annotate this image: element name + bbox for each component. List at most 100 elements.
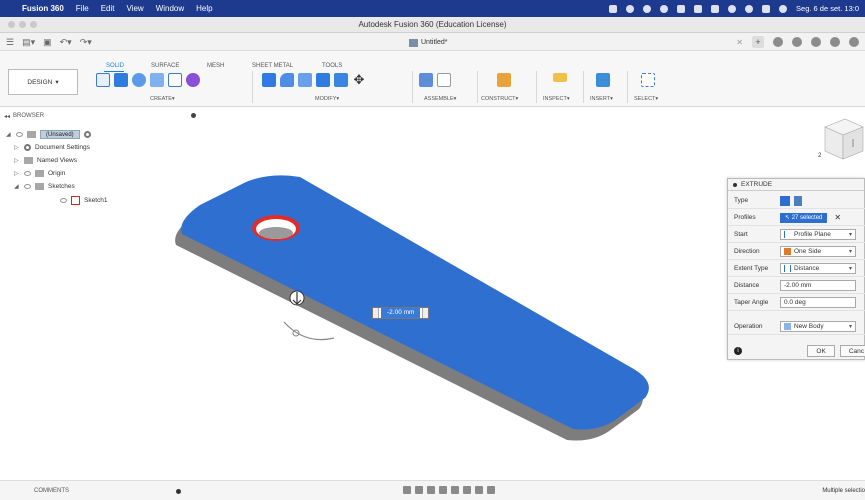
insert-menu[interactable]: INSERT▾: [590, 96, 613, 102]
bluetooth-icon[interactable]: [677, 4, 686, 13]
type-extrude-icon[interactable]: [780, 195, 790, 206]
combine-icon[interactable]: [334, 73, 348, 87]
menu-app-name[interactable]: Fusion 360: [22, 4, 64, 13]
assemble-menu[interactable]: ASSEMBLE▾: [424, 96, 456, 102]
direction-dropdown[interactable]: One Side ▾: [780, 246, 856, 257]
revolve-icon[interactable]: [132, 73, 146, 87]
viewcube[interactable]: [815, 115, 865, 175]
display-settings-icon[interactable]: [463, 486, 471, 494]
collapse-dot-icon[interactable]: [733, 182, 737, 187]
dialog-header[interactable]: EXTRUDE: [728, 179, 864, 191]
wifi-icon[interactable]: [728, 4, 737, 13]
undo-icon[interactable]: ↶▾: [60, 37, 72, 48]
new-component-icon[interactable]: [419, 73, 433, 87]
close-window-button[interactable]: [8, 21, 15, 28]
timer-icon[interactable]: [660, 4, 669, 13]
screen-icon[interactable]: [609, 4, 618, 13]
distance-dimension-input[interactable]: -2.00 mm: [372, 307, 430, 319]
menu-file[interactable]: File: [76, 4, 89, 13]
notifications-icon[interactable]: [811, 37, 821, 47]
create-sketch-icon[interactable]: [96, 73, 110, 87]
pan-icon[interactable]: [427, 486, 435, 494]
offset-plane-icon[interactable]: [497, 73, 511, 87]
insert-image-icon[interactable]: [596, 73, 610, 87]
info-icon[interactable]: i: [734, 347, 742, 355]
browser-header[interactable]: ◂◂ BROWSER: [0, 110, 200, 122]
type-thin-extrude-icon[interactable]: [794, 195, 802, 206]
close-tab-icon[interactable]: ✕: [736, 38, 743, 47]
minimize-window-button[interactable]: [19, 21, 26, 28]
menu-window[interactable]: Window: [156, 4, 184, 13]
create-menu[interactable]: CREATE▾: [150, 96, 175, 102]
construct-menu[interactable]: CONSTRUCT▾: [481, 96, 518, 102]
tab-sheet-metal[interactable]: SHEET METAL: [252, 63, 293, 69]
account-icon[interactable]: [849, 37, 859, 47]
clear-selection-icon[interactable]: ✕: [834, 213, 841, 222]
joint-icon[interactable]: [437, 73, 451, 87]
comments-label[interactable]: COMMENTS: [34, 488, 69, 494]
extent-type-dropdown[interactable]: Distance ▾: [780, 263, 856, 274]
tab-solid[interactable]: SOLID: [106, 63, 124, 69]
menubar-clock[interactable]: Seg. 6 de set. 13:0: [796, 4, 859, 13]
siri-icon[interactable]: [779, 4, 788, 13]
sweep-icon[interactable]: [150, 73, 164, 87]
menu-help[interactable]: Help: [196, 4, 212, 13]
select-menu[interactable]: SELECT▾: [634, 96, 658, 102]
distance-dimension-value[interactable]: -2.00 mm: [381, 308, 421, 318]
workspace-switcher[interactable]: DESIGN ▾: [8, 69, 78, 95]
redo-icon[interactable]: ↷▾: [80, 37, 92, 48]
distance-field[interactable]: -2.00 mm: [780, 280, 856, 291]
look-at-icon[interactable]: [415, 486, 423, 494]
document-tab[interactable]: Untitled*: [409, 36, 447, 49]
info-icon[interactable]: [626, 4, 635, 13]
tab-surface[interactable]: SURFACE: [151, 63, 179, 69]
battery-icon[interactable]: [711, 4, 720, 13]
taper-angle-field[interactable]: 0.0 deg: [780, 297, 856, 308]
extensions-icon[interactable]: [773, 37, 783, 47]
collapse-icon[interactable]: ◂◂: [4, 113, 10, 120]
start-dropdown[interactable]: Profile Plane ▾: [780, 229, 856, 240]
extrude-icon[interactable]: [114, 73, 128, 87]
grid-settings-icon[interactable]: [475, 486, 483, 494]
new-tab-button[interactable]: +: [752, 36, 764, 48]
tab-mesh[interactable]: MESH: [207, 63, 224, 69]
spotlight-icon[interactable]: [745, 4, 754, 13]
cancel-button[interactable]: Canc: [839, 345, 865, 357]
zoom-window-button[interactable]: [30, 21, 37, 28]
menu-edit[interactable]: Edit: [101, 4, 115, 13]
fillet-icon[interactable]: [280, 73, 294, 87]
viewports-icon[interactable]: [487, 486, 495, 494]
select-box-icon[interactable]: [641, 73, 655, 87]
ok-button[interactable]: OK: [807, 345, 835, 357]
shell-icon[interactable]: [316, 73, 330, 87]
save-icon[interactable]: ▣: [43, 37, 52, 48]
menu-view[interactable]: View: [126, 4, 143, 13]
press-pull-icon[interactable]: [262, 73, 276, 87]
assemble-group: [419, 73, 451, 87]
comments-pin-icon[interactable]: [176, 489, 181, 494]
chamfer-icon[interactable]: [298, 73, 312, 87]
zoom-icon[interactable]: [439, 486, 447, 494]
measure-icon[interactable]: [553, 73, 567, 82]
fusion-cloud-icon[interactable]: [643, 4, 652, 13]
data-panel-icon[interactable]: ☰: [6, 37, 14, 48]
job-status-icon[interactable]: [792, 37, 802, 47]
help-icon[interactable]: [830, 37, 840, 47]
orbit-icon[interactable]: [403, 486, 411, 494]
modify-menu[interactable]: MODIFY▾: [315, 96, 339, 102]
extrude-drag-arrow[interactable]: [289, 290, 305, 306]
inspect-menu[interactable]: INSPECT▾: [543, 96, 570, 102]
body-top-face[interactable]: [181, 175, 649, 430]
operation-dropdown[interactable]: New Body ▾: [780, 321, 856, 332]
panel-pin-icon[interactable]: [191, 113, 196, 118]
workspace-label: DESIGN: [27, 78, 53, 86]
move-icon[interactable]: ✥: [352, 73, 366, 87]
form-icon[interactable]: [186, 73, 200, 87]
control-center-icon[interactable]: [762, 4, 771, 13]
tab-tools[interactable]: TOOLS: [322, 63, 342, 69]
profiles-selection-button[interactable]: ↖ 27 selected: [780, 212, 828, 223]
loft-icon[interactable]: [168, 73, 182, 87]
fit-icon[interactable]: [451, 486, 459, 494]
file-menu-icon[interactable]: ▤▾: [22, 37, 35, 48]
volume-icon[interactable]: [694, 4, 703, 13]
